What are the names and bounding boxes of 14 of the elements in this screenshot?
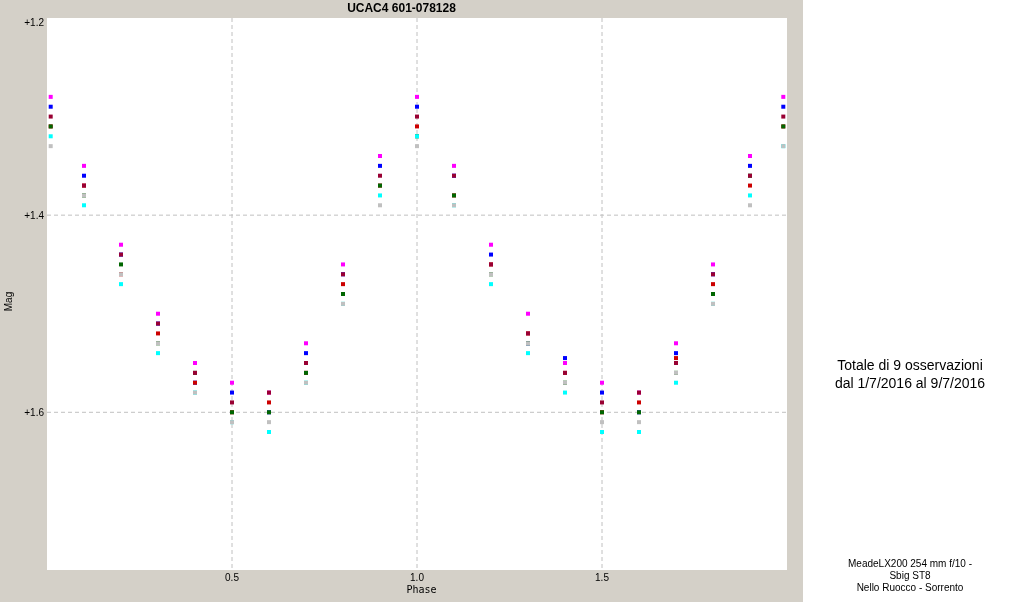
y-tick-label: +1.6 [24, 407, 44, 419]
credits-text: Sbig ST8 [888, 570, 932, 582]
summary-text: dal 1/7/2016 al 9/7/2016 [834, 374, 986, 392]
y-tick-label: +1.2 [24, 18, 44, 28]
x-tick-label: 1.0 [410, 572, 424, 583]
x-tick-label: 0.5 [225, 572, 239, 583]
credits-text: Nello Ruocco - Sorrento [855, 582, 965, 594]
credits-text: MeadeLX200 254 mm f/10 - [848, 558, 972, 570]
chart-title: UCAC4 601-078128 [346, 0, 457, 17]
x-axis-label: Phase [406, 584, 437, 597]
summary-text: Totale di 9 osservazioni [836, 356, 984, 374]
x-tick-label: 1.5 [595, 572, 609, 583]
y-tick-label: +1.4 [24, 210, 44, 222]
y-axis-label: Mag [3, 291, 15, 311]
